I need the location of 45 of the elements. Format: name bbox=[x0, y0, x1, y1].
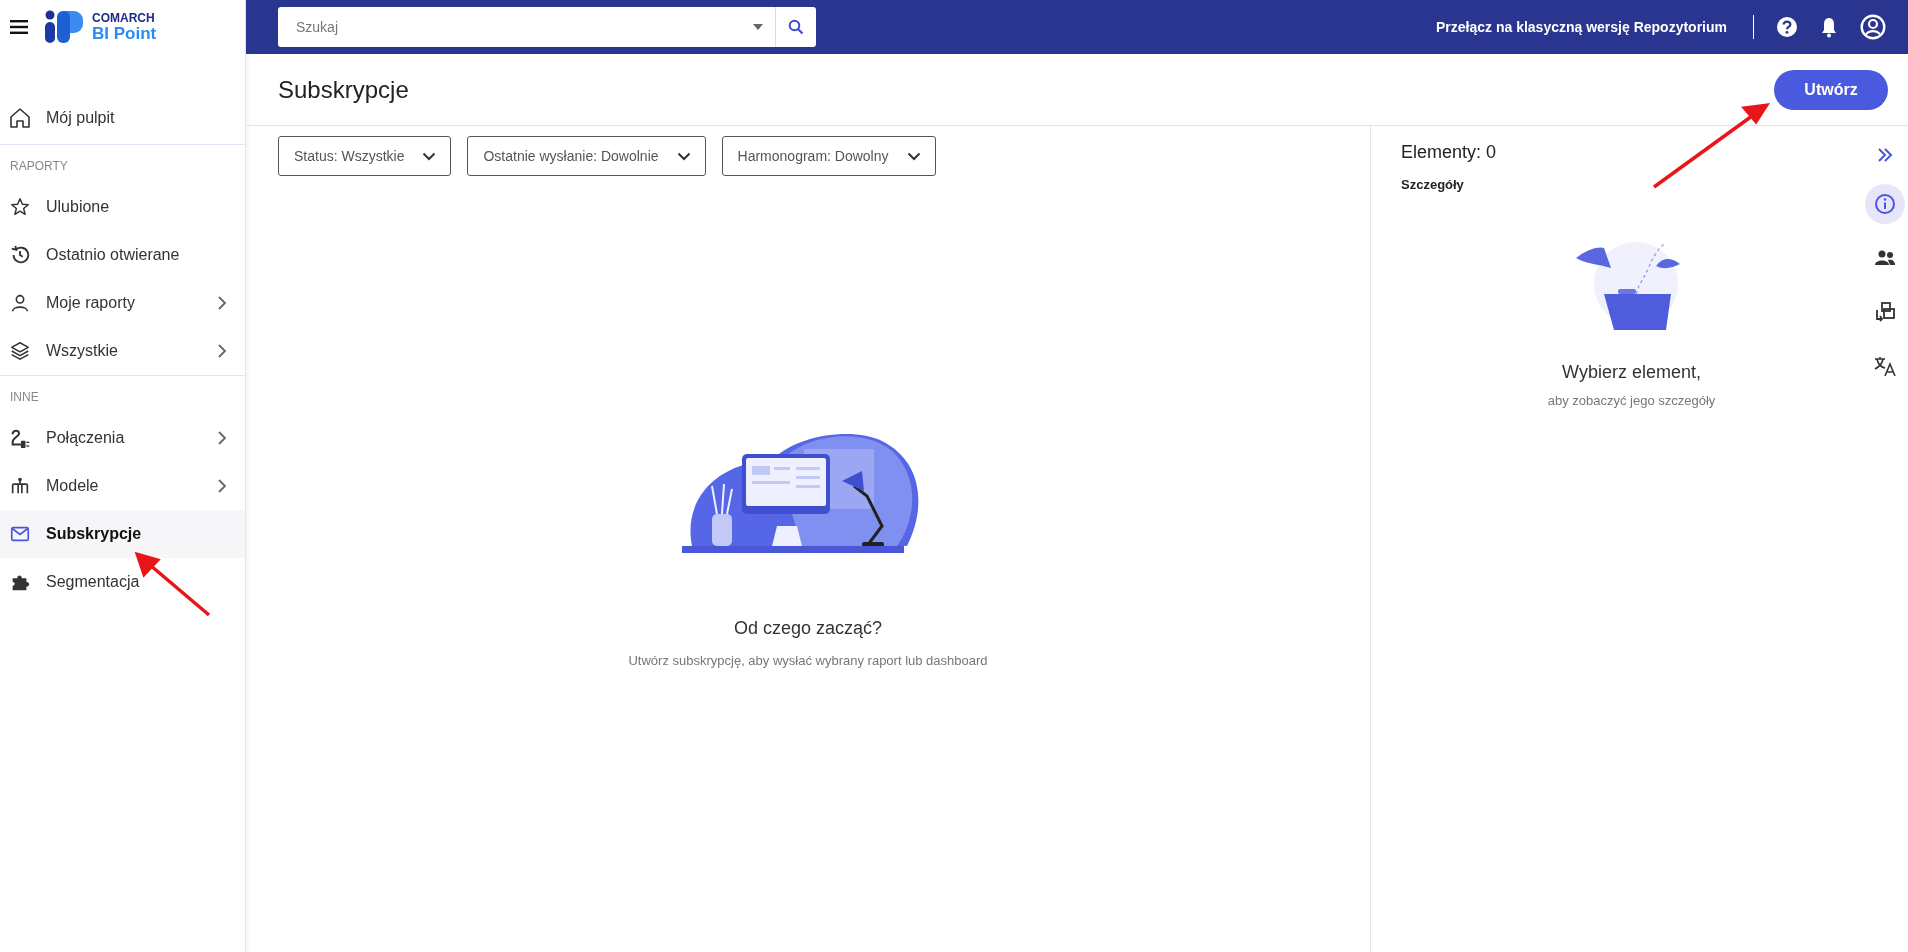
sidebar-item[interactable]: Segmentacja bbox=[0, 558, 245, 606]
chevron-down-icon bbox=[676, 151, 691, 161]
search-bar[interactable]: Szukaj bbox=[278, 7, 816, 47]
brand-name: COMARCH bbox=[92, 12, 156, 24]
sidebar-item[interactable]: Wszystkie bbox=[0, 327, 245, 375]
filter-dropdown[interactable]: Harmonogram: Dowolny bbox=[721, 136, 936, 176]
chevron-right-icon bbox=[217, 296, 227, 310]
account-icon[interactable] bbox=[1860, 14, 1886, 40]
logo-icon bbox=[44, 10, 84, 44]
info-icon[interactable] bbox=[1865, 184, 1905, 224]
chevron-right-icon bbox=[217, 431, 227, 445]
filter-dropdown[interactable]: Ostatnie wysłanie: Dowolnie bbox=[467, 136, 706, 176]
sidebar-item[interactable]: Ulubione bbox=[0, 183, 245, 231]
sidebar-item[interactable]: Ostatnio otwierane bbox=[0, 231, 245, 279]
details-empty-title: Wybierz element, bbox=[1562, 362, 1701, 383]
sidebar-item[interactable]: Połączenia bbox=[0, 414, 245, 462]
help-icon[interactable] bbox=[1776, 16, 1798, 38]
chevron-right-icon bbox=[217, 344, 227, 358]
create-button[interactable]: Utwórz bbox=[1774, 69, 1888, 110]
empty-state-text: Utwórz subskrypcję, aby wysłać wybrany raport lub dashboard bbox=[628, 653, 988, 668]
page-title: Subskrypcje bbox=[278, 75, 409, 104]
chevron-down-icon bbox=[906, 151, 921, 161]
sidebar-item[interactable]: Subskrypcje bbox=[0, 510, 245, 558]
bell-icon[interactable] bbox=[1820, 16, 1838, 38]
product-name: BI Point bbox=[92, 25, 157, 42]
chevron-right-icon bbox=[217, 479, 227, 493]
sidebar-item[interactable]: Moje raporty bbox=[0, 279, 245, 327]
details-heading: Szczegóły bbox=[1401, 177, 1465, 192]
chevron-down-icon bbox=[422, 151, 437, 161]
empty-state-title: Od czego zacząć? bbox=[733, 618, 883, 639]
expand-icon[interactable] bbox=[1877, 148, 1893, 162]
search-icon[interactable] bbox=[788, 19, 804, 35]
section-label: INNE bbox=[9, 389, 40, 406]
sidebar-item[interactable]: Mój pulpit bbox=[0, 94, 245, 142]
filter-dropdown[interactable]: Status: Wszystkie bbox=[278, 136, 452, 176]
switch-version-link[interactable]: Przełącz na klasyczną wersję Repozytorium bbox=[1436, 19, 1727, 35]
menu-icon[interactable] bbox=[10, 20, 28, 34]
details-empty-text: aby zobaczyć jego szczegóły bbox=[1547, 393, 1716, 408]
section-label: RAPORTY bbox=[9, 158, 69, 175]
layers-icon bbox=[8, 340, 32, 362]
star-icon bbox=[8, 196, 32, 218]
elements-count: Elementy: 0 bbox=[1401, 142, 1498, 163]
sidebar-item[interactable]: Modele bbox=[0, 462, 245, 510]
caret-icon[interactable] bbox=[753, 24, 763, 30]
home-icon bbox=[8, 106, 32, 130]
